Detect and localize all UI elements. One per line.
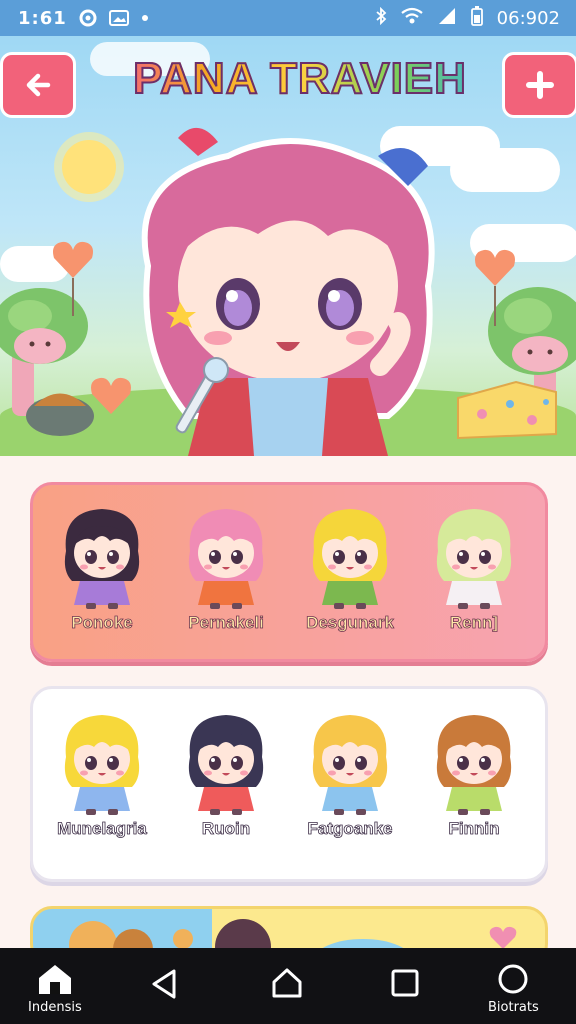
character-name: Desgunark xyxy=(306,613,395,633)
home-nav-label: Indensis xyxy=(28,1000,82,1015)
character-card[interactable]: Desgunark xyxy=(295,501,405,633)
character-name: Finnin xyxy=(448,819,500,839)
wifi-icon xyxy=(400,7,423,30)
plus-icon xyxy=(526,71,554,99)
sync-icon xyxy=(79,9,97,27)
character-card[interactable]: Finnin xyxy=(419,707,529,839)
hero-character-illustration xyxy=(141,127,435,456)
bluetooth-icon xyxy=(375,6,387,30)
character-name: Pernakeli xyxy=(188,613,264,633)
character-name: Renn] xyxy=(449,613,499,633)
image-notification-icon xyxy=(108,9,129,27)
heart-balloon-icon xyxy=(53,241,93,316)
character-row-1: Ponoke Pernakeli Desgunark Renn] xyxy=(30,482,548,662)
character-avatar xyxy=(188,715,264,815)
home-outline-icon xyxy=(272,968,302,998)
arrow-left-icon xyxy=(26,73,51,97)
recents-nav-button[interactable] xyxy=(390,968,420,998)
hero-banner: PANA TRAVIEH xyxy=(0,36,576,456)
status-bar: 1:61 06:902 xyxy=(0,0,576,36)
signal-icon xyxy=(437,7,457,30)
triangle-back-icon xyxy=(152,969,176,999)
character-card[interactable]: Renn] xyxy=(419,501,529,633)
bottom-navigation-bar: Indensis Biotrats xyxy=(0,948,576,1024)
character-avatar xyxy=(312,509,388,609)
character-card[interactable]: Munelagria xyxy=(47,707,157,839)
character-avatar xyxy=(64,509,140,609)
character-name: Munelagria xyxy=(57,819,148,839)
character-row-2: Munelagria Ruoin Fatgoanke Finnin xyxy=(30,686,548,882)
page-title: PANA TRAVIEH xyxy=(108,53,492,104)
back-nav-button[interactable] xyxy=(150,968,180,1000)
battery-icon xyxy=(470,5,483,31)
character-name: Fatgoanke xyxy=(307,819,393,839)
character-card[interactable]: Fatgoanke xyxy=(295,707,405,839)
character-card[interactable]: Pernakeli xyxy=(171,501,281,633)
home-nav-button[interactable] xyxy=(270,966,304,1000)
dot-icon xyxy=(141,14,149,22)
character-name: Ruoin xyxy=(201,819,251,839)
character-avatar xyxy=(436,715,512,815)
character-avatar xyxy=(188,509,264,609)
home-icon xyxy=(38,965,71,994)
back-button[interactable] xyxy=(0,52,76,118)
character-avatar xyxy=(436,509,512,609)
settings-nav-item[interactable]: Biotrats xyxy=(488,962,539,1015)
cheese-block-illustration xyxy=(457,380,557,440)
character-avatar xyxy=(64,715,140,815)
settings-nav-label: Biotrats xyxy=(488,1000,539,1015)
circle-icon xyxy=(498,964,528,994)
status-clock: 06:902 xyxy=(496,7,560,29)
home-nav-item[interactable]: Indensis xyxy=(28,962,82,1015)
character-card[interactable]: Ponoke xyxy=(47,501,157,633)
heart-balloon-icon xyxy=(475,249,515,326)
character-name: Ponoke xyxy=(71,613,133,633)
character-card[interactable]: Ruoin xyxy=(171,707,281,839)
add-button[interactable] xyxy=(502,52,576,118)
status-time: 1:61 xyxy=(18,7,67,29)
character-avatar xyxy=(312,715,388,815)
square-recents-icon xyxy=(391,969,419,997)
